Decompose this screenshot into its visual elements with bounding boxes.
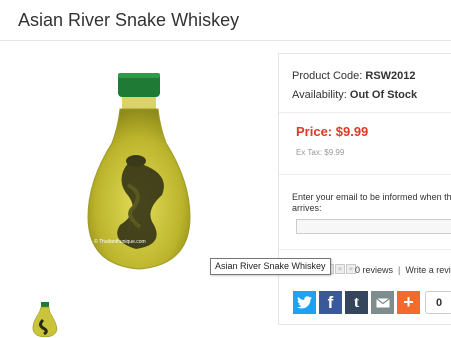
title-divider: [0, 40, 451, 41]
product-code-label: Product Code:: [292, 70, 363, 82]
facebook-icon: f: [327, 292, 334, 312]
image-watermark: © Thaifanthunique.com: [94, 238, 146, 245]
divider: [279, 249, 451, 250]
product-code-row: Product Code: RSW2012: [292, 70, 416, 82]
product-thumbnail[interactable]: [27, 300, 61, 338]
page-title: Asian River Snake Whiskey: [18, 10, 240, 30]
product-image[interactable]: © Thaifanthunique.com: [74, 65, 204, 275]
reviews-row: 0 reviews | Write a review: [355, 265, 451, 275]
notify-text: Enter your email to be informed when thi…: [292, 192, 451, 213]
star-icon: ★: [335, 264, 345, 274]
plus-icon: +: [403, 292, 414, 312]
share-count: 0: [425, 291, 451, 314]
share-buttons: f t + 0: [293, 291, 451, 314]
availability-label: Availability:: [292, 89, 347, 101]
facebook-share-button[interactable]: f: [319, 291, 342, 314]
price: Price: $9.99: [296, 124, 369, 139]
ex-tax-price: Ex Tax: $9.99: [296, 148, 345, 157]
reviews-divider: |: [398, 265, 401, 275]
product-code-value: RSW2012: [365, 70, 416, 82]
tumblr-icon: t: [353, 293, 360, 311]
availability-row: Availability: Out Of Stock: [292, 89, 417, 101]
product-info-panel: Product Code: RSW2012 Availability: Out …: [278, 53, 451, 325]
write-review-link[interactable]: Write a review: [405, 265, 451, 275]
twitter-share-button[interactable]: [293, 291, 316, 314]
divider: [279, 112, 451, 113]
email-share-button[interactable]: [371, 291, 394, 314]
divider: [279, 174, 451, 175]
envelope-icon: [375, 297, 390, 307]
tumblr-share-button[interactable]: t: [345, 291, 368, 314]
image-tooltip: Asian River Snake Whiskey: [210, 258, 331, 275]
more-share-button[interactable]: +: [397, 291, 420, 314]
notify-email-input[interactable]: [296, 219, 451, 234]
availability-value: Out Of Stock: [349, 89, 418, 101]
twitter-icon: [297, 296, 312, 309]
reviews-link[interactable]: 0 reviews: [355, 265, 393, 275]
